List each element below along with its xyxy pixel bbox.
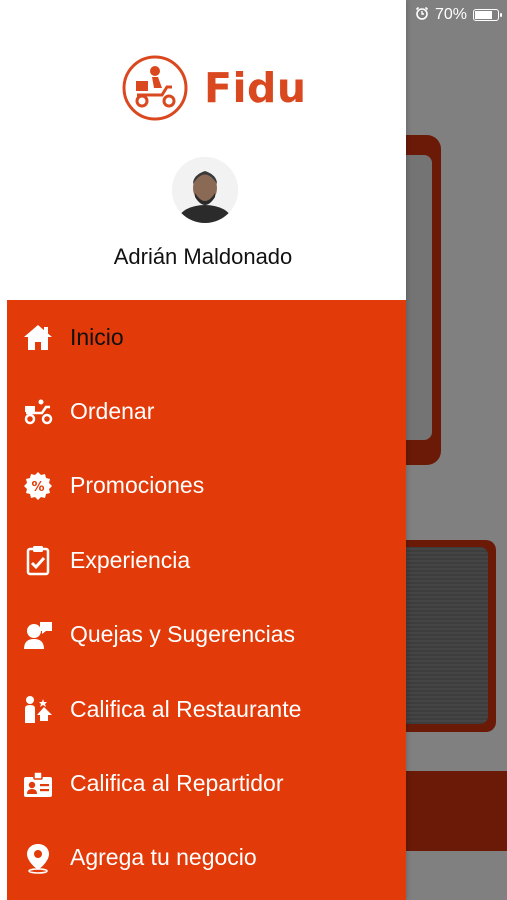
menu-item-inicio[interactable]: Inicio bbox=[7, 300, 406, 374]
menu-item-agrega-negocio[interactable]: Agrega tu negocio bbox=[7, 821, 406, 895]
menu-item-promociones[interactable]: % Promociones bbox=[7, 449, 406, 523]
map-pin-icon bbox=[21, 841, 55, 875]
menu-item-label: Califica al Repartidor bbox=[70, 770, 284, 797]
menu-item-label: Promociones bbox=[70, 472, 205, 499]
user-avatar[interactable] bbox=[172, 157, 238, 223]
menu-item-label: Experiencia bbox=[70, 546, 191, 573]
user-speech-icon bbox=[21, 618, 55, 652]
navigation-drawer: Fidu Adrián Maldonado Inicio Ordenar % P… bbox=[0, 0, 406, 900]
clipboard-check-icon bbox=[21, 543, 55, 577]
id-badge-icon bbox=[21, 767, 55, 801]
menu-item-califica-repartidor[interactable]: Califica al Repartidor bbox=[7, 746, 406, 820]
scooter-icon bbox=[21, 395, 55, 429]
menu-item-label: Agrega tu negocio bbox=[70, 844, 257, 871]
menu-item-label: Califica al Restaurante bbox=[70, 695, 302, 722]
home-icon bbox=[21, 320, 55, 354]
battery-icon bbox=[473, 9, 502, 21]
svg-text:%: % bbox=[31, 480, 44, 495]
menu-item-label: Inicio bbox=[70, 323, 124, 350]
drawer-header: Fidu Adrián Maldonado bbox=[0, 0, 406, 300]
delivery-scooter-logo-icon bbox=[122, 55, 188, 121]
menu-item-ordenar[interactable]: Ordenar bbox=[7, 374, 406, 448]
user-rating-icon bbox=[21, 692, 55, 726]
brand-name: Fidu bbox=[204, 64, 307, 112]
brand-logo: Fidu bbox=[122, 55, 307, 121]
drawer-menu: Inicio Ordenar % Promociones Experiencia… bbox=[7, 300, 406, 900]
menu-item-label: Ordenar bbox=[70, 398, 155, 425]
menu-item-label: Quejas y Sugerencias bbox=[70, 621, 296, 648]
battery-percent: 70% bbox=[434, 6, 467, 23]
status-bar: 70% bbox=[415, 0, 502, 30]
menu-item-califica-restaurante[interactable]: Califica al Restaurante bbox=[7, 672, 406, 746]
percent-badge-icon: % bbox=[21, 469, 55, 503]
menu-item-experiencia[interactable]: Experiencia bbox=[7, 523, 406, 597]
alarm-clock-icon bbox=[415, 6, 429, 25]
user-name: Adrián Maldonado bbox=[113, 244, 293, 269]
menu-item-quejas[interactable]: Quejas y Sugerencias bbox=[7, 598, 406, 672]
